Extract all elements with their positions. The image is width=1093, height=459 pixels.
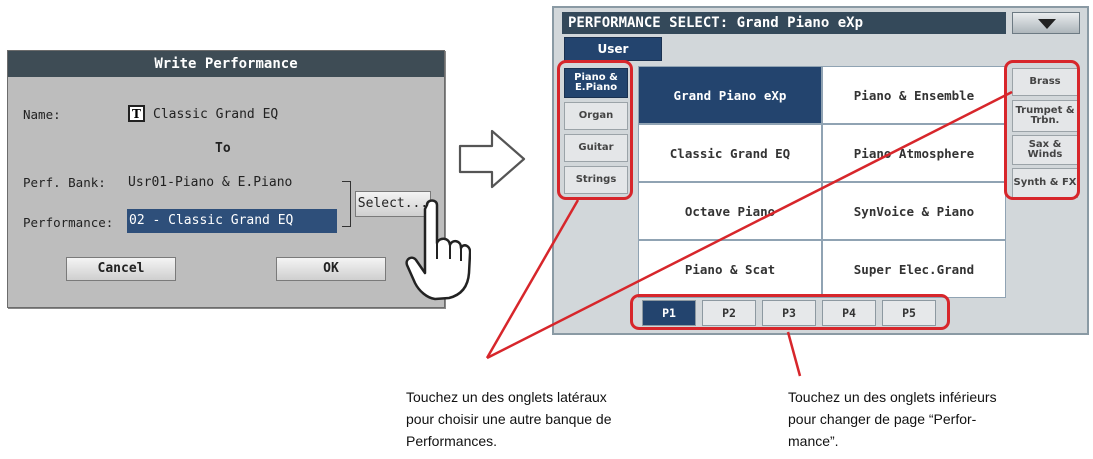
caption-right: Touchez un des onglets inférieurs pour c…	[788, 386, 1088, 452]
callout-line	[486, 90, 1013, 360]
caption-right-line: Touchez un des onglets inférieurs	[788, 389, 997, 405]
caption-right-line: pour changer de page “Perfor-	[788, 411, 977, 427]
caption-right-line: mance”.	[788, 433, 839, 449]
caption-left: Touchez un des onglets latéraux pour cho…	[406, 386, 706, 452]
caption-left-line: pour choisir une autre banque de	[406, 411, 612, 427]
caption-left-line: Performances.	[406, 433, 498, 449]
callout-line	[786, 331, 802, 377]
caption-left-line: Touchez un des onglets latéraux	[406, 389, 607, 405]
